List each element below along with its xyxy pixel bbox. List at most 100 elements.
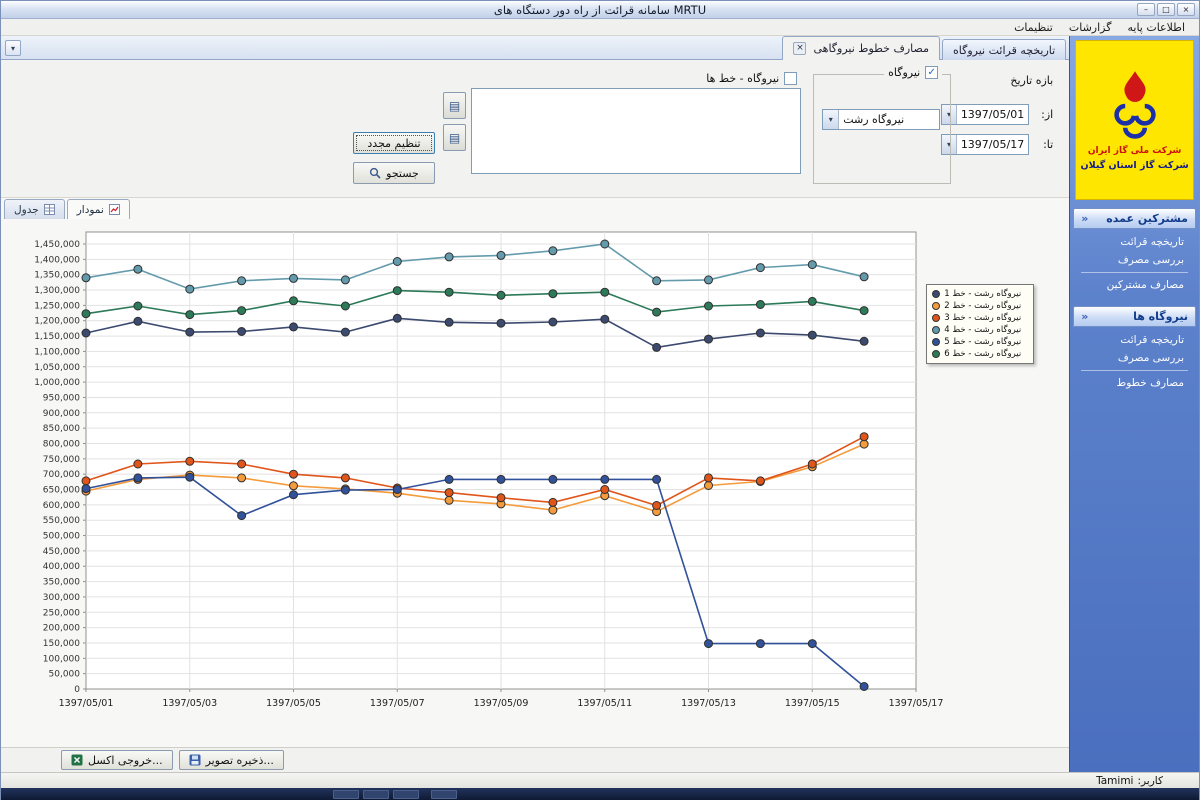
- minimize-button[interactable]: –: [1137, 3, 1155, 16]
- svg-text:1,050,000: 1,050,000: [34, 363, 80, 373]
- svg-text:1,350,000: 1,350,000: [34, 271, 80, 281]
- svg-text:300,000: 300,000: [43, 593, 80, 603]
- tab-table[interactable]: جدول: [4, 199, 65, 219]
- nav-section-header[interactable]: نیروگاه ها «: [1073, 306, 1196, 327]
- to-date-select[interactable]: ▾ 1397/05/17: [941, 134, 1029, 155]
- svg-text:1,300,000: 1,300,000: [34, 286, 80, 296]
- plant-checkbox[interactable]: ✓ نیروگاه: [884, 66, 942, 79]
- gas-company-emblem-icon: [1110, 70, 1160, 142]
- chart-panel: نمودار جدول 050,000100,000150,000200,000…: [1, 198, 1069, 747]
- svg-text:900,000: 900,000: [43, 409, 80, 419]
- document-tab[interactable]: مصارف خطوط نیروگاهی ×: [782, 36, 940, 60]
- svg-text:1397/05/01: 1397/05/01: [59, 698, 114, 709]
- plant-select[interactable]: ▾ نیروگاه رشت: [822, 109, 940, 130]
- nav-sections: مشترکین عمده«تاریخچه قرائتبررسی مصرفمصار…: [1070, 202, 1199, 398]
- reset-button-label: تنظیم مجدد: [367, 137, 420, 150]
- svg-text:1,250,000: 1,250,000: [34, 301, 80, 311]
- svg-text:350,000: 350,000: [43, 578, 80, 588]
- checkbox-unchecked-icon[interactable]: [784, 72, 797, 85]
- svg-text:1,450,000: 1,450,000: [34, 240, 80, 250]
- company-logo: شرکت ملی گاز ایران شرکت گاز استان گیلان: [1075, 40, 1194, 200]
- date-range-label: بازه تاریخ: [1010, 74, 1053, 87]
- chevron-down-icon[interactable]: ▾: [823, 110, 839, 129]
- legend-label: نیروگاه رشت - خط 5: [944, 337, 1021, 347]
- checkbox-checked-icon[interactable]: ✓: [925, 66, 938, 79]
- export-excel-button[interactable]: خروجی اکسل...: [61, 750, 173, 770]
- taskbar-item[interactable]: [363, 790, 389, 799]
- chevron-double-icon: «: [1081, 310, 1088, 323]
- close-button[interactable]: ×: [1177, 3, 1195, 16]
- sidebar-item[interactable]: بررسی مصرف: [1073, 349, 1196, 367]
- legend-marker-icon: [932, 350, 940, 358]
- svg-text:200,000: 200,000: [43, 624, 80, 634]
- chevron-double-icon: «: [1081, 212, 1088, 225]
- from-date-select[interactable]: ▾ 1397/05/01: [941, 104, 1029, 125]
- sidebar-item[interactable]: مصارف مشترکین: [1073, 276, 1196, 294]
- nav-section: مشترکین عمده« تاریخچه قرائتبررسی مصرف مصار…: [1073, 208, 1196, 300]
- tab-chart[interactable]: نمودار: [67, 199, 130, 219]
- svg-text:50,000: 50,000: [49, 670, 81, 680]
- taskbar: [1, 788, 1199, 800]
- legend-item: نیروگاه رشت - خط 4: [932, 325, 1028, 335]
- taskbar-item[interactable]: [431, 790, 457, 799]
- svg-text:1397/05/05: 1397/05/05: [266, 698, 321, 709]
- sidebar-item[interactable]: تاریخچه قرائت: [1073, 233, 1196, 251]
- svg-text:150,000: 150,000: [43, 639, 80, 649]
- menu-bar: اطلاعات پایهگزارشاتتنظیمات: [1, 19, 1199, 36]
- to-label: تا:: [1043, 138, 1053, 151]
- tab-list-button[interactable]: ▾: [5, 40, 21, 56]
- svg-text:1397/05/15: 1397/05/15: [785, 698, 840, 709]
- svg-text:1,000,000: 1,000,000: [34, 378, 80, 388]
- legend-marker-icon: [932, 326, 940, 334]
- divider: [1081, 370, 1188, 371]
- sidebar-item[interactable]: بررسی مصرف: [1073, 251, 1196, 269]
- sidebar-item[interactable]: مصارف خطوط: [1073, 374, 1196, 392]
- menu-item[interactable]: گزارشات: [1061, 20, 1120, 35]
- lines-tool-button-1[interactable]: ▤: [443, 92, 466, 119]
- svg-text:400,000: 400,000: [43, 562, 80, 572]
- search-button-label: جستجو: [386, 167, 419, 180]
- logo-text-line2: شرکت گاز استان گیلان: [1081, 160, 1189, 171]
- svg-text:700,000: 700,000: [43, 470, 80, 480]
- table-icon: [44, 204, 55, 215]
- nav-section-header[interactable]: مشترکین عمده«: [1073, 208, 1196, 229]
- taskbar-item[interactable]: [333, 790, 359, 799]
- document-tabs: تاریخچه قرائت نیروگاهمصارف خطوط نیروگاهی…: [782, 36, 1066, 60]
- svg-text:1397/05/17: 1397/05/17: [889, 698, 944, 709]
- nav-item-list: تاریخچه قرائتبررسی مصرف مصارف خطوط: [1073, 327, 1196, 398]
- from-date-value: 1397/05/01: [957, 105, 1028, 124]
- svg-text:1397/05/09: 1397/05/09: [474, 698, 529, 709]
- svg-text:800,000: 800,000: [43, 439, 80, 449]
- excel-icon: [71, 754, 83, 766]
- lines-tool-button-2[interactable]: ▤: [443, 124, 466, 151]
- document-tab[interactable]: تاریخچه قرائت نیروگاه: [942, 39, 1066, 60]
- search-button[interactable]: جستجو: [353, 162, 435, 184]
- close-icon[interactable]: ×: [793, 42, 806, 55]
- taskbar-item[interactable]: [393, 790, 419, 799]
- save-image-button[interactable]: ذخیره تصویر...: [179, 750, 284, 770]
- legend-marker-icon: [932, 290, 940, 298]
- nav-section-title: نیروگاه ها: [1133, 310, 1188, 323]
- tab-label: مصارف خطوط نیروگاهی: [813, 42, 929, 55]
- maximize-button[interactable]: □: [1157, 3, 1175, 16]
- legend-item: نیروگاه رشت - خط 3: [932, 313, 1028, 323]
- menu-item[interactable]: تنظیمات: [1006, 20, 1061, 35]
- legend-label: نیروگاه رشت - خط 3: [944, 313, 1021, 323]
- nav-item-list: تاریخچه قرائتبررسی مصرف مصارف مشترکین: [1073, 229, 1196, 300]
- reset-button[interactable]: تنظیم مجدد: [353, 132, 435, 154]
- legend-marker-icon: [932, 338, 940, 346]
- menu-item[interactable]: اطلاعات پایه: [1119, 20, 1193, 35]
- svg-text:550,000: 550,000: [43, 516, 80, 526]
- legend-label: نیروگاه رشت - خط 2: [944, 301, 1021, 311]
- status-bar: کاربر: Tamimi: [1, 772, 1199, 788]
- main-area: ▾ تاریخچه قرائت نیروگاهمصارف خطوط نیروگا…: [1, 36, 1199, 772]
- divider: [1081, 272, 1188, 273]
- logo-text-line1: شرکت ملی گاز ایران: [1088, 146, 1182, 156]
- sidebar: شرکت ملی گاز ایران شرکت گاز استان گیلان …: [1069, 36, 1199, 772]
- sidebar-item[interactable]: تاریخچه قرائت: [1073, 331, 1196, 349]
- plant-lines-listbox[interactable]: [471, 88, 801, 174]
- plant-lines-checkbox[interactable]: نیروگاه - خط ها: [706, 72, 797, 85]
- legend-marker-icon: [932, 314, 940, 322]
- chart-icon: [109, 204, 120, 215]
- plant-select-value: نیروگاه رشت: [839, 110, 939, 129]
